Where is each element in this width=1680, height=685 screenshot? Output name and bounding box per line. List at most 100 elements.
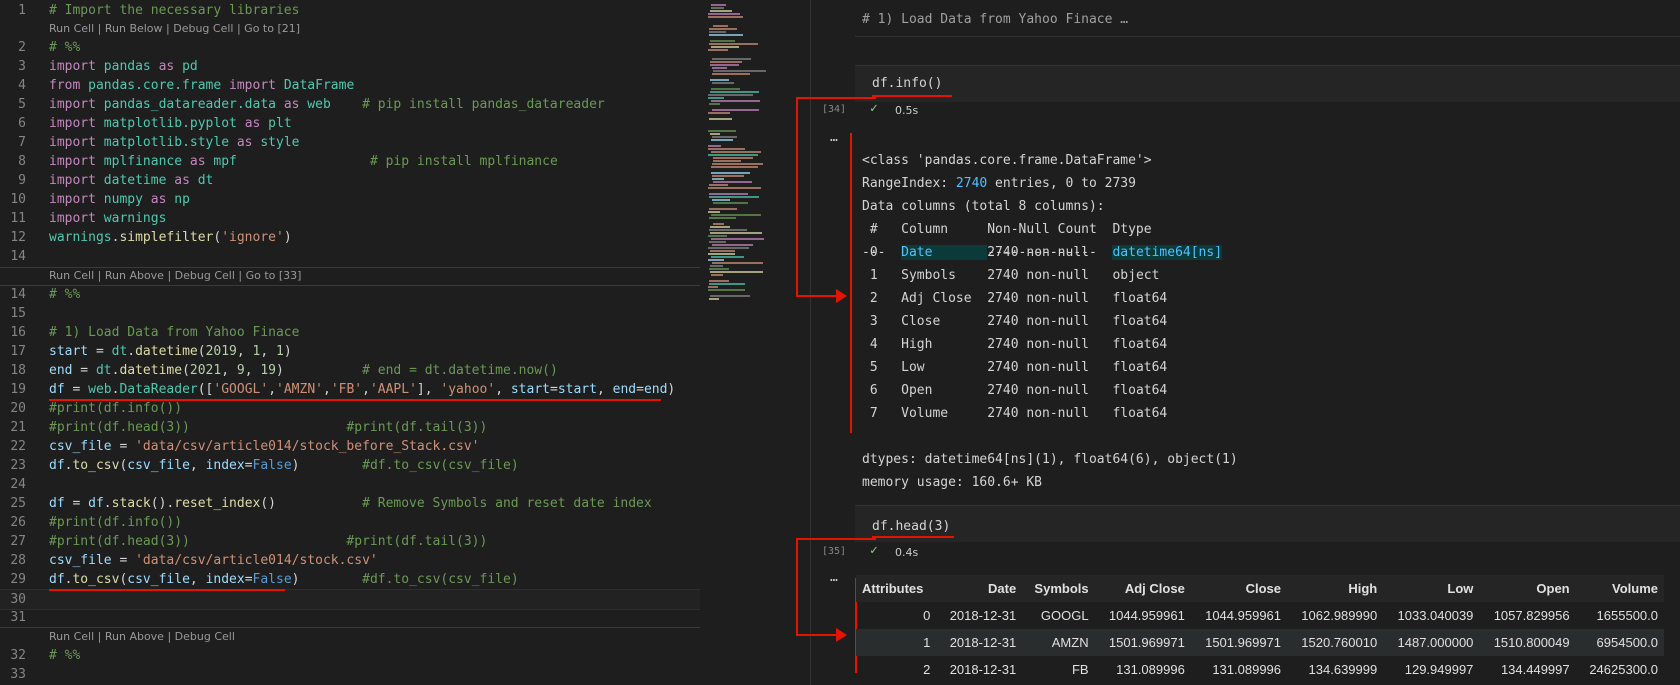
code-line[interactable]: # %% (49, 646, 80, 665)
code-line[interactable]: #print(df.info()) (49, 399, 182, 418)
info-row-count: 2740 non-null (987, 406, 1113, 421)
code-line[interactable]: end = dt.datetime(2021, 9, 19) # end = d… (49, 361, 558, 380)
minimap-line (712, 244, 753, 246)
line-number: 6 (18, 116, 26, 131)
info-row: 2 Adj Close 2740 non-null float64 (862, 287, 1222, 310)
table-cell: 1501.969971 (1205, 635, 1282, 650)
panel-divider (810, 0, 811, 685)
info-row-index: 4 (862, 337, 902, 352)
table-cell: 1501.969971 (1108, 635, 1185, 650)
code-line[interactable]: csv_file = 'data/csv/article014/stock.cs… (49, 551, 378, 570)
columns-header: # Column Non-Null Count Dtype (862, 222, 1152, 237)
cell-code-head[interactable]: df.head(3) (872, 519, 950, 534)
code-line[interactable]: warnings.simplefilter('ignore') (49, 228, 292, 247)
code-line[interactable]: df = web.DataReader(['GOOGL','AMZN','FB'… (49, 380, 675, 399)
line-number: 24 (10, 477, 26, 492)
table-cell: 134.449997 (1500, 662, 1570, 677)
minimap-line (712, 82, 734, 84)
info-row-index: 3 (862, 314, 902, 329)
info-row-count: 2740 non-null (987, 383, 1113, 398)
line-number: 14 (10, 249, 26, 264)
output-more-icon[interactable]: … (830, 570, 838, 585)
code-line[interactable]: # %% (49, 38, 80, 57)
minimap-line (708, 145, 721, 147)
code-line[interactable]: from pandas.core.frame import DataFrame (49, 76, 354, 95)
info-row-dtype: datetime64[ns] (1112, 245, 1223, 260)
info-row-index: 7 (862, 406, 902, 421)
range-number: 2740 (955, 176, 988, 191)
code-line[interactable]: import datetime as dt (49, 171, 213, 190)
code-lens-cell2[interactable]: Run Cell | Run Above | Debug Cell | Go t… (49, 268, 301, 284)
code-line[interactable]: import matplotlib.style as style (49, 133, 299, 152)
table-header-row: Attributes Date Symbols Adj Close Close High L… (856, 575, 1664, 602)
code-line[interactable]: import numpy as np (49, 190, 190, 209)
code-line[interactable]: df = df.stack().reset_index() # Remove S… (49, 494, 652, 513)
minimap-line (712, 175, 744, 177)
minimap-line (713, 157, 753, 159)
code-line[interactable]: df.to_csv(csv_file, index=False) #df.to_… (49, 456, 519, 475)
minimap-line (711, 46, 739, 48)
info-row-dtype: float64 (1112, 337, 1168, 352)
code-line[interactable]: # 1) Load Data from Yahoo Finace (49, 323, 299, 342)
minimap-line (708, 235, 727, 237)
code-line[interactable]: import matplotlib.pyplot as plt (49, 114, 292, 133)
line-number: 25 (10, 496, 26, 511)
table-cell: 1510.800049 (1493, 635, 1570, 650)
red-underline-head (872, 536, 954, 538)
code-line[interactable]: #print(df.head(3)) #print(df.tail(3)) (49, 418, 487, 437)
line-number: 21 (10, 420, 26, 435)
minimap-line (709, 280, 729, 282)
red-arrow-line (796, 295, 841, 297)
code-line[interactable]: df.to_csv(csv_file, index=False) #df.to_… (49, 570, 519, 589)
code-line[interactable]: start = dt.datetime(2019, 1, 1) (49, 342, 292, 361)
info-row-dtype: float64 (1112, 360, 1168, 375)
code-line[interactable]: # Import the necessary libraries (49, 1, 299, 20)
table-cell: 1044.959961 (1108, 608, 1185, 623)
code-line[interactable]: #print(df.info()) (49, 513, 182, 532)
info-row-index: 6 (862, 383, 902, 398)
info-row-count: 2740 non-null (987, 360, 1113, 375)
code-line[interactable]: csv_file = 'data/csv/article014/stock_be… (49, 437, 479, 456)
minimap[interactable] (700, 0, 810, 685)
red-output-bar (850, 133, 852, 433)
code-line[interactable]: import mplfinance as mpf # pip install m… (49, 152, 558, 171)
info-row-column: Low (901, 360, 988, 375)
info-row: 1 Symbols 2740 non-null object (862, 264, 1222, 287)
code-line[interactable]: import pandas as pd (49, 57, 198, 76)
minimap-line (708, 94, 753, 96)
table-header-cell: Open (1536, 581, 1570, 596)
minimap-line (708, 148, 745, 150)
code-cell-info[interactable] (855, 65, 1680, 102)
minimap-line (708, 247, 749, 249)
table-cell: 2018-12-31 (949, 608, 1017, 623)
table-header-cell: Volume (1612, 581, 1658, 596)
markdown-cell-header[interactable]: # 1) Load Data from Yahoo Finace … (862, 12, 1128, 27)
table-cell: AMZN (1051, 635, 1089, 650)
table-header-cell: Low (1447, 581, 1474, 596)
output-more-icon[interactable]: … (830, 130, 838, 145)
code-line[interactable]: # %% (49, 285, 80, 304)
line-number: 8 (18, 154, 26, 169)
red-arrow-line-2 (796, 634, 841, 636)
line-number: 14 (10, 287, 26, 302)
code-line[interactable]: import pandas_datareader.data as web # p… (49, 95, 605, 114)
minimap-line (709, 28, 737, 30)
code-line[interactable]: #print(df.head(3)) #print(df.tail(3)) (49, 532, 487, 551)
line-number: 7 (18, 135, 26, 150)
minimap-line (711, 151, 761, 153)
minimap-line (713, 223, 724, 225)
code-lens-cell3[interactable]: Run Cell | Run Above | Debug Cell (49, 629, 235, 645)
cell-code-info[interactable]: df.info() (872, 76, 942, 91)
info-row-dtype: float64 (1112, 291, 1168, 306)
line-number: 33 (10, 667, 26, 682)
code-editor[interactable]: 1 # Import the necessary libraries Run Ce… (0, 0, 700, 685)
code-line[interactable]: import warnings (49, 209, 166, 228)
table-cell: 1057.829956 (1493, 608, 1570, 623)
line-number: 1 (18, 3, 26, 18)
execution-count: [35] (822, 546, 847, 557)
minimap-line (710, 232, 762, 234)
table-cell: 129.949997 (1404, 662, 1474, 677)
code-lens-cell1[interactable]: Run Cell | Run Below | Debug Cell | Go t… (49, 21, 300, 37)
table-cell: 131.089996 (1212, 662, 1282, 677)
code-cell-head[interactable] (855, 505, 1680, 542)
